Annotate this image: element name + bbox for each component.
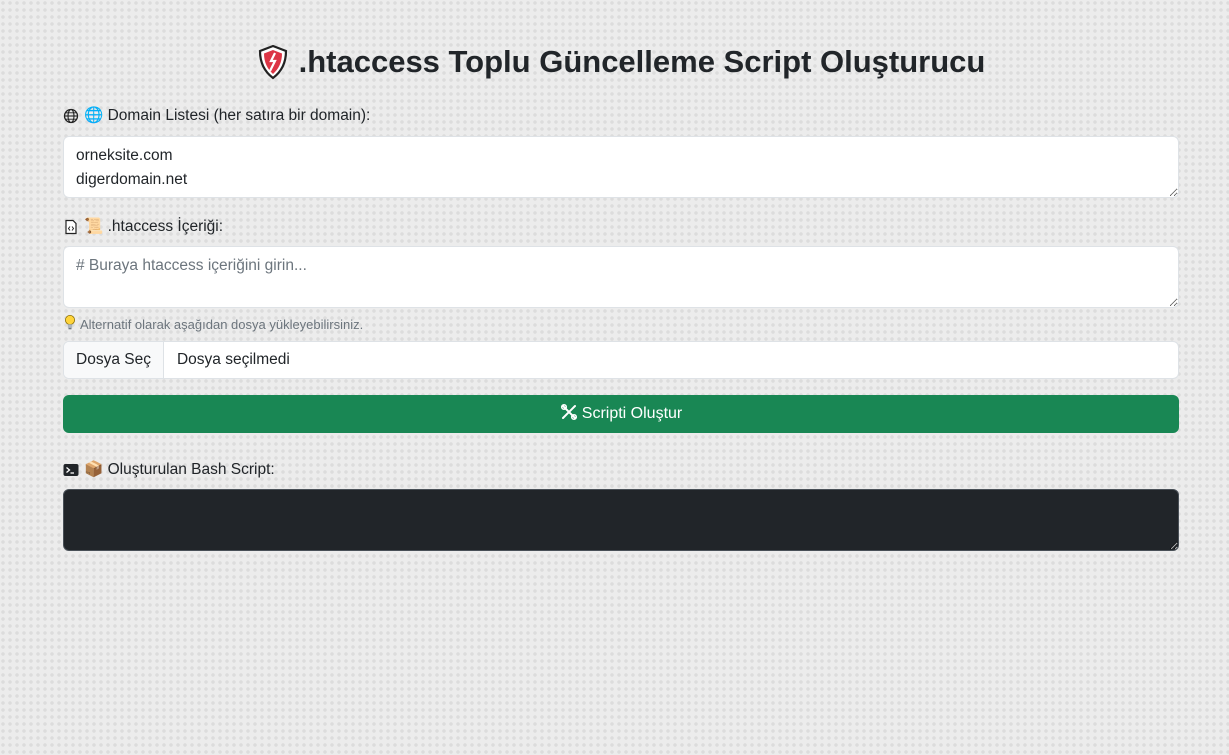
tools-icon <box>560 403 578 426</box>
upload-hint: Alternatif olarak aşağıdan dosya yükleye… <box>63 314 363 335</box>
page-title: .htaccess Toplu Güncelleme Script Oluştu… <box>63 42 1179 82</box>
htaccess-content-label-text: 📜 .htaccess İçeriği: <box>84 218 224 235</box>
terminal-icon <box>63 462 79 478</box>
htaccess-content-textarea[interactable] <box>63 246 1179 308</box>
file-code-icon <box>63 219 79 235</box>
bash-output-label: 📦 Oluşturulan Bash Script: <box>63 460 275 480</box>
file-status-text: Dosya seçilmedi <box>176 351 290 368</box>
domain-list-textarea[interactable]: orneksite.com digerdomain.net <box>63 136 1179 198</box>
globe-icon <box>63 108 79 124</box>
bash-output-textarea[interactable] <box>63 489 1179 551</box>
upload-hint-text: Alternatif olarak aşağıdan dosya yükleye… <box>80 316 364 332</box>
choose-file-button[interactable]: Dosya Seç <box>64 342 164 378</box>
generate-script-button[interactable]: Scripti Oluştur <box>63 395 1179 433</box>
shield-icon <box>257 44 289 80</box>
htaccess-content-label: 📜 .htaccess İçeriği: <box>63 217 223 237</box>
file-upload-input[interactable]: Dosya Seç Dosya seçilmedi <box>63 341 1179 379</box>
page-title-text: .htaccess Toplu Güncelleme Script Oluştu… <box>298 44 986 79</box>
domain-list-label: 🌐 Domain Listesi (her satıra bir domain)… <box>63 106 370 126</box>
bash-output-label-text: 📦 Oluşturulan Bash Script: <box>84 461 275 478</box>
generate-script-label: Scripti Oluştur <box>581 405 683 422</box>
lightbulb-icon <box>63 314 77 335</box>
domain-list-label-text: 🌐 Domain Listesi (her satıra bir domain)… <box>84 107 371 124</box>
